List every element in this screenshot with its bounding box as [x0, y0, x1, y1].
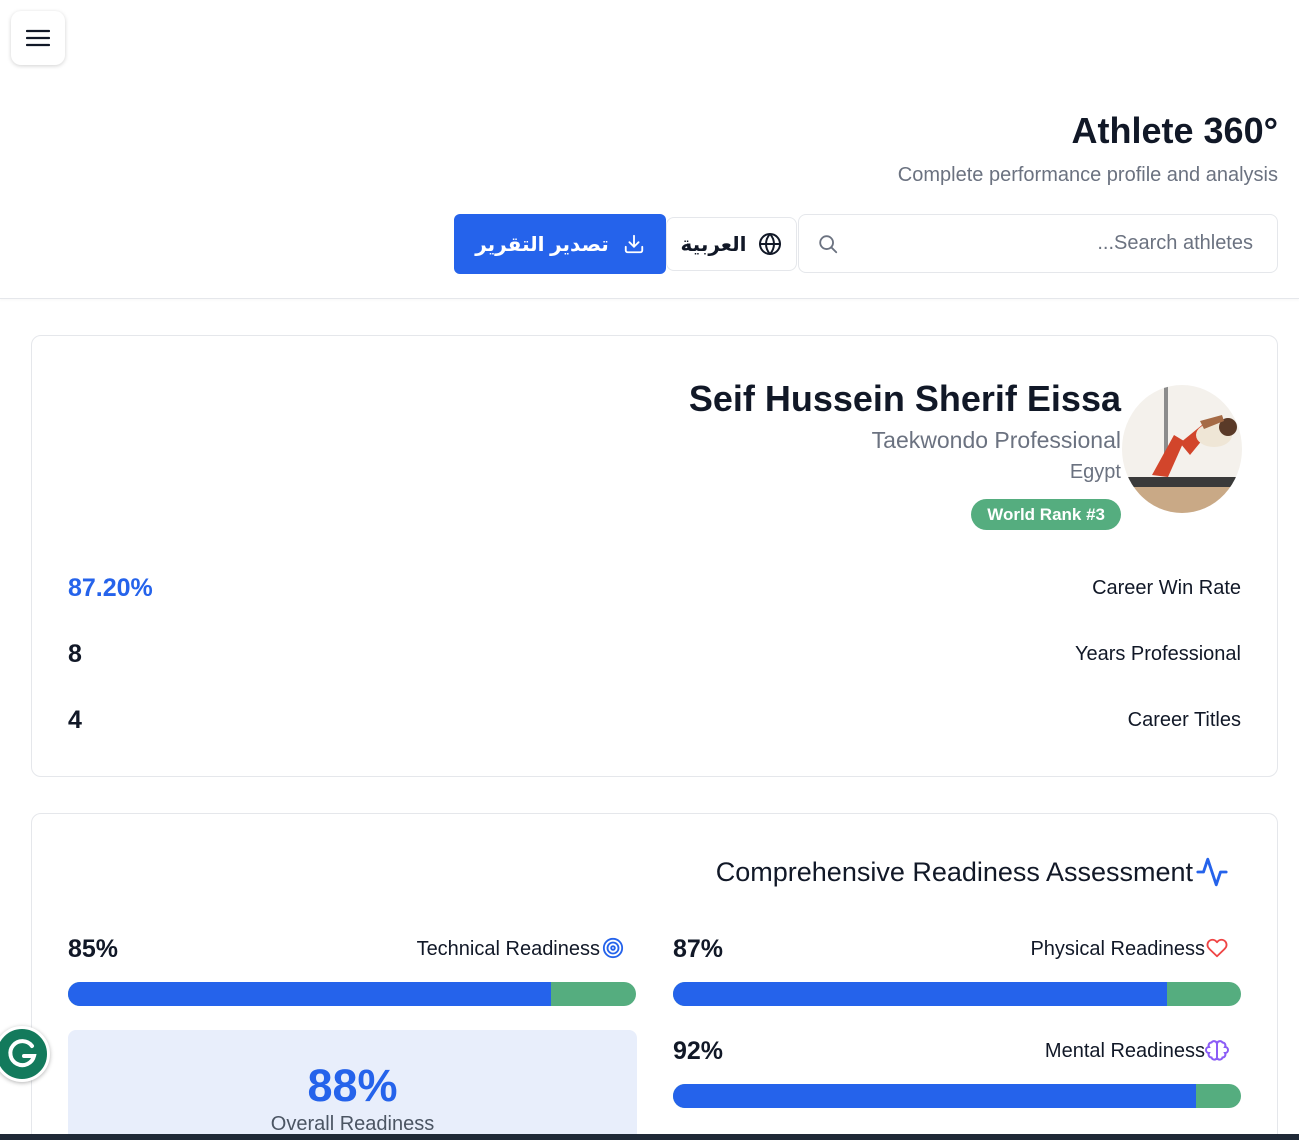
stat-label: Years Professional: [1074, 643, 1241, 665]
progress-bar: [68, 982, 636, 1006]
athlete-name: Seif Hussein Sherif Eissa: [688, 378, 1121, 419]
page-title: Athlete 360°: [1071, 110, 1278, 151]
stat-row-win-rate: 87.20% Career Win Rate: [68, 574, 1241, 604]
metric-label: Technical Readiness: [416, 938, 600, 960]
progress-bar-fill: [673, 1084, 1196, 1108]
overall-readiness-box: 88% Overall Readiness: [68, 1030, 637, 1140]
athlete-profile-card: Seif Hussein Sherif Eissa Taekwondo Prof…: [31, 335, 1278, 777]
stat-label: Career Win Rate: [1092, 577, 1241, 599]
page-subtitle: Complete performance profile and analysi…: [897, 164, 1278, 186]
progress-bar: [673, 982, 1241, 1006]
brain-icon: [1205, 1040, 1229, 1061]
page-header: Athlete 360° Complete performance profil…: [0, 0, 1299, 299]
readiness-assessment-card: Comprehensive Readiness Assessment 85% T…: [31, 813, 1278, 1140]
search-input[interactable]: [849, 215, 1253, 272]
progress-bar-fill: [673, 982, 1168, 1006]
language-label: العربية: [680, 233, 747, 256]
stat-row-titles: 4 Career Titles: [68, 706, 1241, 736]
metric-label: Physical Readiness: [1030, 938, 1205, 960]
athlete-avatar: [1122, 385, 1242, 513]
metric-value: 92%: [673, 1037, 724, 1065]
stat-value: 8: [68, 640, 82, 668]
metric-value: 85%: [68, 935, 119, 963]
search-box[interactable]: [798, 214, 1278, 273]
heart-icon: [1206, 938, 1228, 958]
bottom-bar: [0, 1134, 1299, 1140]
overall-readiness-value: 88%: [307, 1060, 398, 1111]
section-title: Comprehensive Readiness Assessment: [715, 857, 1193, 887]
metric-physical-readiness: 87% Physical Readiness: [673, 935, 1241, 1015]
language-toggle-button[interactable]: العربية: [666, 217, 797, 271]
export-label: تصدير التقرير: [475, 233, 609, 256]
metric-label: Mental Readiness: [1044, 1040, 1205, 1062]
world-rank-badge: World Rank #3: [971, 499, 1121, 530]
activity-icon: [1196, 857, 1228, 887]
progress-bar-fill: [68, 982, 551, 1006]
stat-value: 87.20%: [68, 574, 153, 602]
search-icon: [819, 235, 838, 254]
progress-bar: [673, 1084, 1241, 1108]
menu-icon: [26, 29, 50, 47]
metric-value: 87%: [673, 935, 724, 963]
export-report-button[interactable]: تصدير التقرير: [454, 214, 666, 274]
overall-readiness-label: Overall Readiness: [270, 1113, 435, 1135]
stat-value: 4: [68, 706, 82, 734]
metric-mental-readiness: 92% Mental Readiness: [673, 1037, 1241, 1117]
globe-icon: [759, 233, 782, 255]
stat-row-years: 8 Years Professional: [68, 640, 1241, 670]
stat-label: Career Titles: [1127, 709, 1241, 731]
athlete-sport: Taekwondo Professional: [871, 427, 1121, 453]
menu-button[interactable]: [11, 11, 65, 65]
download-icon: [624, 234, 643, 254]
grammarly-icon: [8, 1039, 37, 1068]
athlete-country: Egypt: [1069, 461, 1121, 483]
metric-technical-readiness: 85% Technical Readiness: [68, 935, 636, 1015]
target-icon: [602, 937, 624, 959]
